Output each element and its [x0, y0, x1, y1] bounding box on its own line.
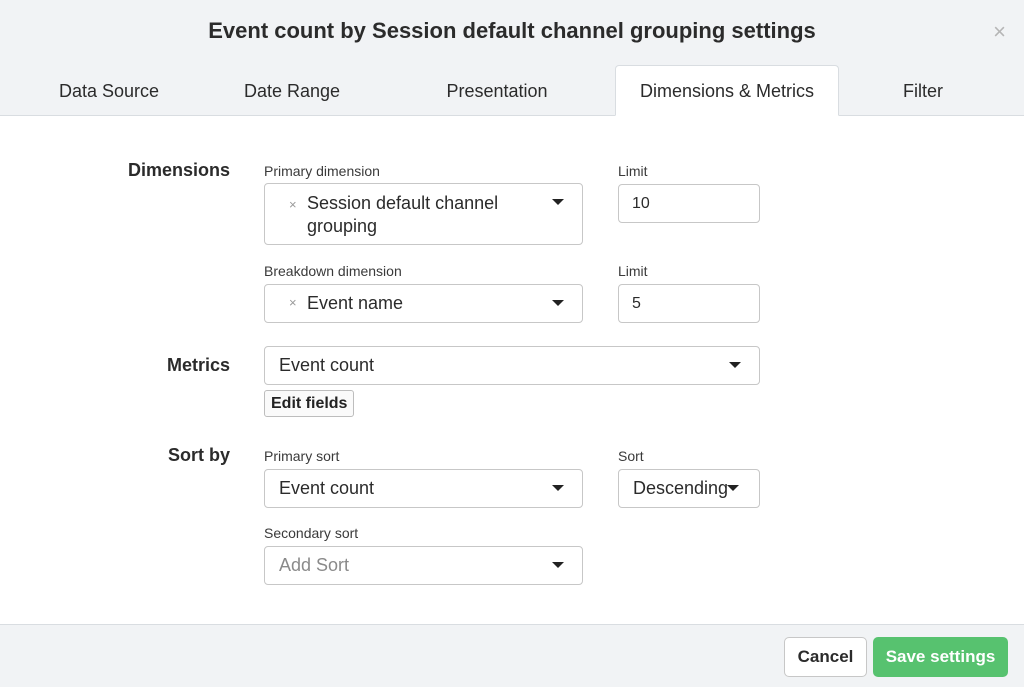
- primary-dimension-value-line1: Session default channel: [307, 193, 499, 213]
- save-settings-button[interactable]: Save settings: [873, 637, 1008, 677]
- primary-sort-label: Primary sort: [264, 448, 340, 464]
- tab-date-range[interactable]: Date Range: [183, 66, 401, 116]
- clear-icon[interactable]: ×: [289, 295, 297, 310]
- primary-dimension-value-line2: grouping: [307, 216, 378, 236]
- secondary-sort-select[interactable]: Add Sort: [264, 546, 583, 585]
- chevron-down-icon: [729, 362, 741, 368]
- dialog-header: Event count by Session default channel g…: [0, 0, 1024, 66]
- breakdown-dimension-select[interactable]: × Event name: [264, 284, 583, 323]
- primary-sort-value: Event count: [279, 478, 375, 498]
- clear-icon[interactable]: ×: [289, 197, 297, 212]
- primary-dimension-label: Primary dimension: [264, 163, 380, 179]
- breakdown-dimension-value: Event name: [307, 293, 404, 313]
- dialog-title: Event count by Session default channel g…: [208, 18, 816, 43]
- tab-bar: Data Source Date Range Presentation Dime…: [0, 65, 1024, 116]
- close-icon[interactable]: ×: [993, 18, 1006, 46]
- secondary-sort-label: Secondary sort: [264, 525, 359, 541]
- sort-order-label: Sort: [618, 448, 644, 464]
- sort-order-select[interactable]: Descending: [618, 469, 760, 508]
- tab-dimensions-metrics[interactable]: Dimensions & Metrics: [615, 65, 839, 116]
- tab-presentation[interactable]: Presentation: [388, 66, 606, 116]
- metrics-select[interactable]: Event count: [264, 346, 760, 385]
- secondary-sort-placeholder: Add Sort: [279, 555, 350, 575]
- dialog-footer: Cancel Save settings: [0, 624, 1024, 687]
- primary-limit-label: Limit: [618, 163, 648, 179]
- cancel-button[interactable]: Cancel: [784, 637, 867, 677]
- breakdown-limit-label: Limit: [618, 263, 648, 279]
- primary-limit-input[interactable]: 10: [618, 184, 760, 223]
- dimensions-section-label: Dimensions: [127, 160, 230, 180]
- primary-dimension-value: Session default channel grouping: [307, 192, 498, 238]
- chevron-down-icon: [552, 300, 564, 306]
- chevron-down-icon: [727, 485, 739, 491]
- primary-dimension-select[interactable]: × Session default channel grouping: [264, 183, 583, 245]
- sort-order-value: Descending: [633, 478, 729, 498]
- chevron-down-icon: [552, 562, 564, 568]
- edit-fields-button[interactable]: Edit fields: [264, 390, 355, 417]
- primary-sort-select[interactable]: Event count: [264, 469, 583, 508]
- metrics-value: Event count: [279, 355, 375, 375]
- metrics-section-label: Metrics: [166, 355, 230, 375]
- breakdown-limit-input[interactable]: 5: [618, 284, 760, 323]
- chevron-down-icon: [552, 485, 564, 491]
- tab-filter[interactable]: Filter: [840, 66, 1006, 116]
- primary-limit-value: 10: [632, 195, 650, 212]
- breakdown-limit-value: 5: [632, 295, 641, 312]
- breakdown-dimension-label: Breakdown dimension: [264, 263, 402, 279]
- chevron-down-icon: [552, 199, 564, 205]
- sort-section-label: Sort by: [167, 445, 230, 465]
